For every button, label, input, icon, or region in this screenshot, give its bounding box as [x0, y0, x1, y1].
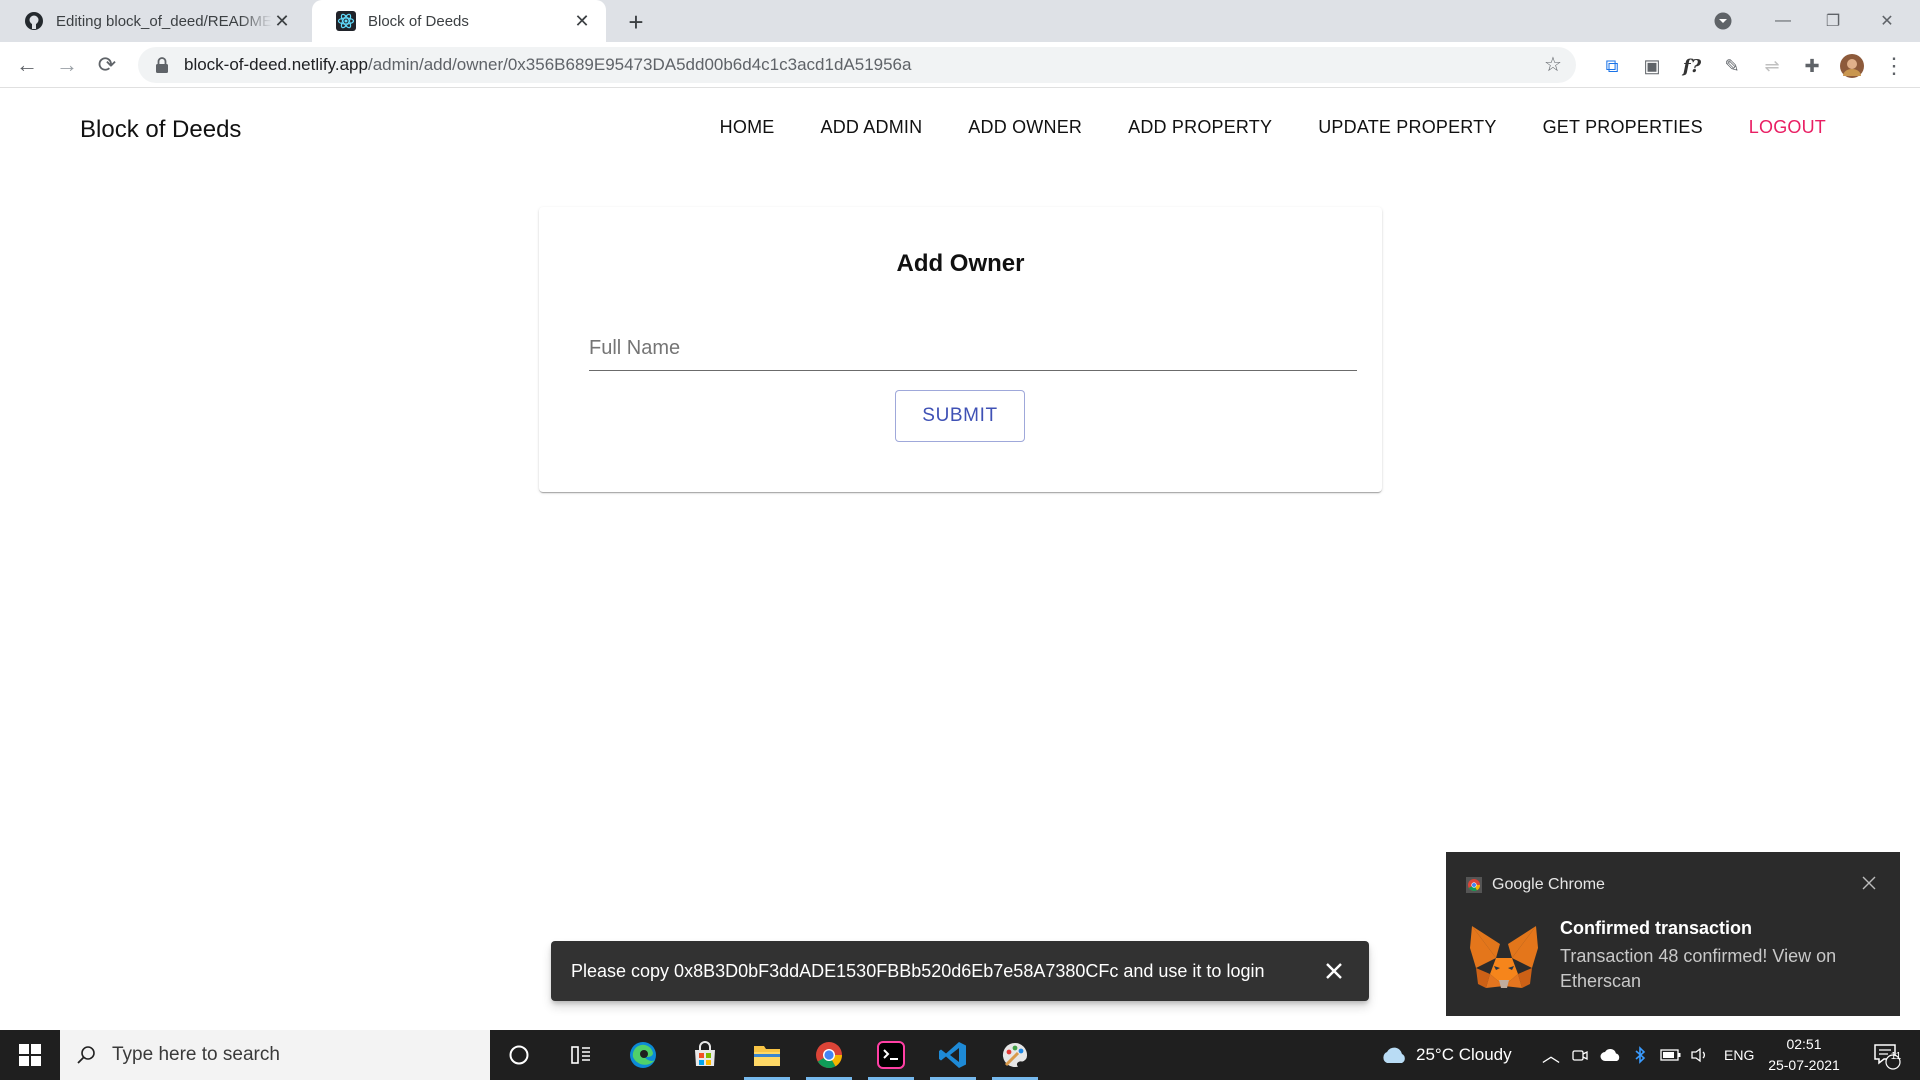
submit-button[interactable]: SUBMIT [895, 390, 1025, 442]
chrome-taskbar-icon[interactable] [798, 1030, 860, 1080]
brand-title[interactable]: Block of Deeds [80, 116, 241, 144]
full-name-field [589, 323, 1357, 371]
weather-text: 25°C Cloudy [1416, 1045, 1512, 1064]
meet-now-icon[interactable] [1572, 1030, 1588, 1080]
task-view-icon[interactable] [550, 1030, 612, 1080]
browser-tab-strip: Editing block_of_deed/README.md ✕ Block … [0, 0, 1920, 42]
search-icon [77, 1046, 95, 1064]
formula-extension-icon[interactable]: f? [1680, 54, 1704, 78]
nav-update-property[interactable]: UPDATE PROPERTY [1318, 117, 1496, 138]
notification-close-icon[interactable] [1860, 874, 1878, 892]
show-hidden-icons-icon[interactable]: ︿ [1542, 1030, 1560, 1080]
snackbar: Please copy 0x8B3D0bF3ddADE1530FBBb520d6… [551, 941, 1369, 1001]
notification-body: Transaction 48 confirmed! View on Ethers… [1560, 946, 1837, 991]
action-center-icon[interactable]: 11 [1866, 1030, 1906, 1080]
edge-browser-icon[interactable] [612, 1030, 674, 1080]
url-text: block-of-deed.netlify.app/admin/add/owne… [184, 55, 912, 74]
language-indicator[interactable]: ENG [1724, 1030, 1754, 1080]
tab-block-of-deeds[interactable]: Block of Deeds ✕ [312, 0, 606, 42]
vscode-icon[interactable] [922, 1030, 984, 1080]
microsoft-store-icon[interactable] [674, 1030, 736, 1080]
notification-title: Confirmed transaction [1560, 918, 1753, 938]
cortana-icon[interactable] [488, 1030, 550, 1080]
clock-time: 02:51 [1786, 1036, 1822, 1052]
weather-widget[interactable]: 25°C Cloudy [1380, 1030, 1512, 1080]
react-icon [336, 11, 356, 31]
bluetooth-icon[interactable] [1634, 1030, 1646, 1080]
full-name-input[interactable] [589, 323, 1357, 370]
card-title: Add Owner [896, 250, 1025, 277]
notification-count-badge: 11 [1890, 1051, 1902, 1062]
metamask-fox-icon [1470, 926, 1538, 988]
app-navbar: Block of Deeds HOME ADD ADMIN ADD OWNER … [0, 89, 1920, 169]
extensions-puzzle-icon[interactable]: ✚ [1800, 54, 1824, 78]
taskbar-clock[interactable]: 02:51 25-07-2021 [1762, 1034, 1846, 1076]
snackbar-message: Please copy 0x8B3D0bF3ddADE1530FBBb520d6… [571, 960, 1265, 981]
tab-title: Editing block_of_deed/README.md [56, 12, 272, 30]
tab-close-icon[interactable]: ✕ [572, 11, 592, 31]
nav-add-admin[interactable]: ADD ADMIN [820, 117, 922, 138]
close-icon[interactable] [1319, 956, 1349, 986]
taskbar-search-placeholder: Type here to search [112, 1044, 280, 1065]
onedrive-icon[interactable] [1600, 1030, 1622, 1080]
sync-extension-icon[interactable]: ⇌ [1760, 54, 1784, 78]
profile-dropdown-icon[interactable] [1708, 0, 1738, 42]
cloud-icon [1383, 1047, 1405, 1063]
new-tab-icon[interactable]: + [622, 7, 650, 37]
restore-icon[interactable]: ❐ [1810, 0, 1856, 42]
notification-app-row: Google Chrome [1466, 876, 1605, 894]
clock-date: 25-07-2021 [1768, 1057, 1840, 1073]
forward-icon[interactable]: → [52, 50, 82, 80]
minimize-icon[interactable]: — [1760, 0, 1806, 42]
github-icon [24, 11, 44, 31]
extension-box-icon[interactable]: ▣ [1640, 54, 1664, 78]
file-explorer-icon[interactable] [736, 1030, 798, 1080]
eyedropper-icon[interactable]: ✎ [1720, 54, 1744, 78]
taskbar-search-box[interactable]: Type here to search [60, 1030, 490, 1080]
back-icon[interactable]: ← [12, 50, 42, 80]
tab-close-icon[interactable]: ✕ [272, 11, 292, 31]
lock-icon[interactable] [152, 55, 172, 75]
bookmark-star-icon[interactable]: ☆ [1544, 55, 1564, 75]
notification-app-name: Google Chrome [1492, 876, 1605, 893]
profile-avatar[interactable] [1840, 54, 1864, 78]
paint-icon[interactable] [984, 1030, 1046, 1080]
reload-icon[interactable]: ⟳ [92, 50, 122, 80]
desktop-notification[interactable]: Google Chrome Confirmed transaction Tran… [1446, 852, 1900, 1016]
browser-toolbar: ← → ⟳ block-of-deed.netlify.app/admin/ad… [0, 42, 1920, 88]
nav-add-property[interactable]: ADD PROPERTY [1128, 117, 1272, 138]
nav-logout[interactable]: LOGOUT [1749, 117, 1826, 138]
start-windows-icon[interactable] [0, 1030, 60, 1080]
tab-title: Block of Deeds [368, 12, 469, 30]
windows-taskbar: Type here to search 25°C Cloudy ︿ ENG 02… [0, 1030, 1920, 1080]
terminal-icon[interactable] [860, 1030, 922, 1080]
nav-links: HOME ADD ADMIN ADD OWNER ADD PROPERTY UP… [674, 117, 1826, 138]
chrome-icon [1466, 877, 1482, 893]
volume-icon[interactable] [1690, 1030, 1710, 1080]
nav-get-properties[interactable]: GET PROPERTIES [1543, 117, 1703, 138]
close-window-icon[interactable]: ✕ [1864, 0, 1910, 42]
translate-extension-icon[interactable]: ⧉ [1600, 54, 1624, 78]
browser-menu-icon[interactable]: ⋮ [1882, 53, 1906, 78]
nav-home[interactable]: HOME [720, 117, 775, 138]
battery-icon[interactable] [1660, 1030, 1682, 1080]
nav-add-owner[interactable]: ADD OWNER [968, 117, 1082, 138]
add-owner-card: Add Owner SUBMIT [539, 207, 1382, 492]
tab-readme[interactable]: Editing block_of_deed/README.md ✕ [0, 0, 306, 42]
address-bar[interactable]: block-of-deed.netlify.app/admin/add/owne… [138, 47, 1576, 83]
